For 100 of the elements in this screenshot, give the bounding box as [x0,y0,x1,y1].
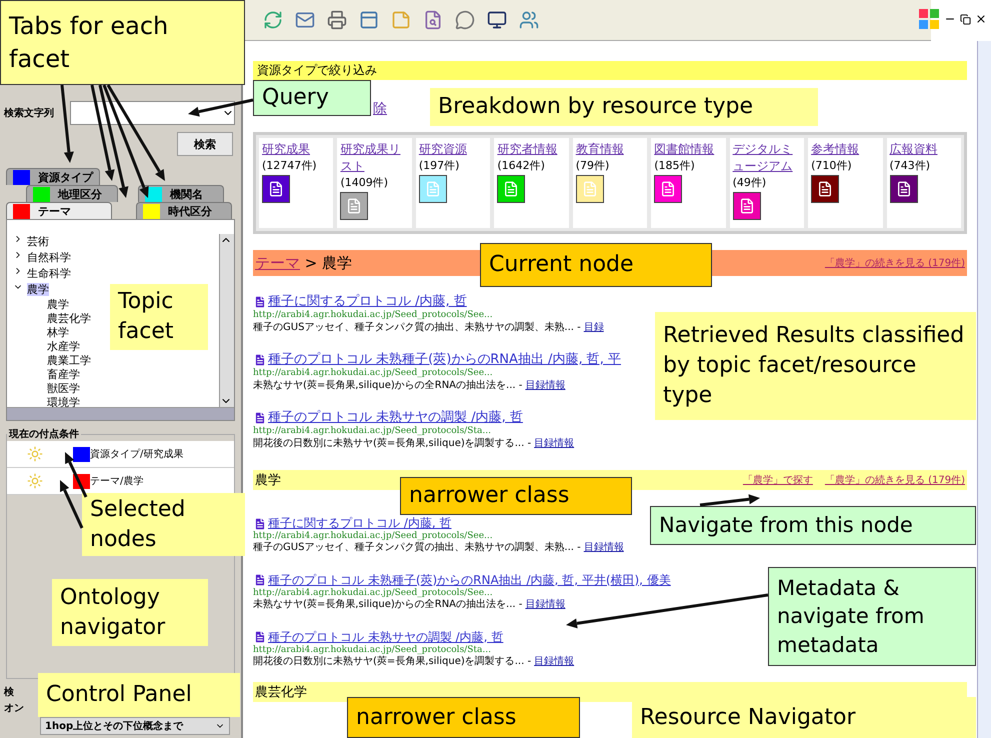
document-icon [253,353,267,368]
resource-type-link[interactable]: 研究者情報 [497,141,558,158]
breadcrumb-separator: > [304,254,318,272]
document-icon [253,573,267,588]
tree-node[interactable]: 自然科学 [27,251,71,264]
tree-node[interactable]: 畜産学 [47,368,80,381]
conditions-title: 現在の付点条件 [8,428,80,441]
result-url: http://arabi4.agr.hokudai.ac.jp/Seed_protocols/See... [253,310,494,322]
search-icon[interactable] [423,10,443,30]
tree-node[interactable]: 獣医学 [47,382,80,395]
document-icon [253,295,267,310]
mail-icon[interactable] [295,10,315,30]
result-title-link[interactable]: 種子のプロトコル 未熟サヤの調製 /内藤, 哲 [268,410,523,426]
tree-node[interactable]: 農芸化学 [47,312,91,325]
resource-type-link[interactable]: 参考情報 [811,141,860,158]
close-icon[interactable] [975,13,987,25]
resource-type-link[interactable]: 広報資料 [890,141,938,158]
hop-select[interactable]: 1hop上位とその下位概念まで [40,717,230,735]
filter-title: 資源タイプで絞り込み [257,62,377,79]
tree-node[interactable]: 生命科学 [27,267,71,280]
result-url: http://arabi4.agr.hokudai.ac.jp/Seed_protocols/Sta... [253,426,492,438]
catalog-link[interactable]: 目録情報 [584,542,624,555]
result-title-link[interactable]: 種子に関するプロトコル /内藤, 哲 [268,516,452,531]
windows-logo-icon [918,8,940,30]
annotation-callout: Ontology navigator [52,579,208,646]
annotation-callout: Topic facet [110,284,208,350]
resource-count: (79件) [576,158,610,173]
facet-tab[interactable]: テーマ [6,202,112,219]
resource-count: (12747件) [262,158,317,173]
tree-node[interactable]: 農学 [47,298,69,311]
tree-node[interactable]: 環境学 [47,396,80,409]
catalog-link[interactable]: 目録情報 [525,599,566,612]
scrollbar[interactable] [977,41,991,738]
arrow [65,452,88,498]
facet-tab[interactable]: 資源タイプ [6,168,100,185]
section-title: 農学 [255,472,281,489]
result-snippet: 開花後の日数別に未熟サヤ(莢=長角果,silique)を調製する... - [253,438,532,450]
result-title-link[interactable]: 種子に関するプロトコル /内藤, 哲 [268,294,467,310]
result-url: http://arabi4.agr.hokudai.ac.jp/Seed_protocols/See... [253,531,494,542]
facet-tab[interactable]: 地理区分 [26,185,118,202]
tree-node[interactable]: 水産学 [47,340,80,353]
annotation-callout: Current node [480,243,712,287]
result-snippet: 開花後の日数別に未熟サヤ(莢=長角果,silique)を調製する... - [253,656,532,668]
resource-type-link[interactable]: デジタルミュージアム [732,141,802,175]
result-title-link[interactable]: 種子のプロトコル 未熟種子(莢)からのRNA抽出 /内藤, 哲, 平井(横田), 優美 [268,572,671,588]
document-icon [253,630,267,644]
tree-node[interactable]: 林学 [47,326,69,339]
resource-type-link[interactable]: 研究資源 [418,141,467,158]
tree-node[interactable]: 農業工学 [47,354,91,367]
resource-type-link[interactable]: 研究成果リスト [340,141,409,175]
catalog-link[interactable]: 目録情報 [525,380,566,392]
section-link[interactable]: 「農学」の続きを見る (179件) [824,473,965,487]
result-snippet: 未熟なサヤ(莢=長角果,silique)からの全RNAの抽出法を... - [253,380,522,392]
catalog-link[interactable]: 目録 [584,322,604,334]
result-snippet: 未熟なサヤ(莢=長角果,silique)からの全RNAの抽出法を... - [253,599,522,612]
annotation-callout: Breakdown by resource type [430,88,818,126]
search-button[interactable]: 検索 [177,132,233,156]
scrollbar[interactable] [219,234,234,407]
document-icon [253,516,267,530]
section-link[interactable]: 「農学」で探す [742,473,813,487]
facet-tab[interactable]: 機関名 [138,185,224,202]
resource-type-link[interactable]: 教育情報 [576,141,624,158]
annotation-callout: narrower class [400,477,632,515]
tree-node[interactable]: 農学 [27,283,49,296]
resource-count: (1409件) [340,175,388,190]
result-title-link[interactable]: 種子のプロトコル 未熟種子(莢)からのRNA抽出 /内藤, 哲, 平 [268,352,621,368]
resource-type-link[interactable]: 図書館情報 [654,141,714,158]
arrow [700,494,760,506]
arrow [60,480,84,529]
sun-icon [27,473,43,489]
resource-count: (1642件) [497,158,545,173]
result-url: http://arabi4.agr.hokudai.ac.jp/Seed_protocols/See... [253,368,494,380]
condition-label[interactable]: テーマ/農学 [73,474,144,488]
clear-link[interactable]: 除 [373,101,387,117]
scrollbar[interactable] [7,407,234,420]
resource-count: (710件) [811,158,852,173]
annotation-callout: Resource Navigator [632,697,976,738]
facet-tab[interactable]: 時代区分 [136,202,232,219]
resource-type-link[interactable]: 研究成果 [262,141,310,158]
resource-count: (197件) [418,158,460,173]
result-title-link[interactable]: 種子のプロトコル 未熟サヤの調製 /内藤, 哲 [268,630,504,644]
restore-icon[interactable] [960,14,971,24]
monitor-icon[interactable] [487,10,507,30]
current-node-title: 農学 [322,254,352,272]
people-icon[interactable] [519,10,539,30]
printer-icon[interactable] [327,10,347,30]
window-icon[interactable] [359,10,379,30]
document-icon [253,411,267,426]
resource-count: (185件) [654,158,695,173]
chat-icon[interactable] [455,10,475,30]
catalog-link[interactable]: 目録情報 [534,438,574,450]
catalog-link[interactable]: 目録情報 [534,656,574,668]
tree-node[interactable]: 芸術 [27,235,49,248]
query-label: 検索文字列 [4,106,54,120]
annotation-callout: Tabs for each facet [0,0,245,85]
section-title: 農芸化学 [255,684,307,702]
arrow [188,98,254,117]
annotation-callout: Navigate from this node [650,506,976,545]
result-url: http://arabi4.agr.hokudai.ac.jp/Seed_protocols/See... [253,588,494,598]
sun-icon [27,446,43,462]
